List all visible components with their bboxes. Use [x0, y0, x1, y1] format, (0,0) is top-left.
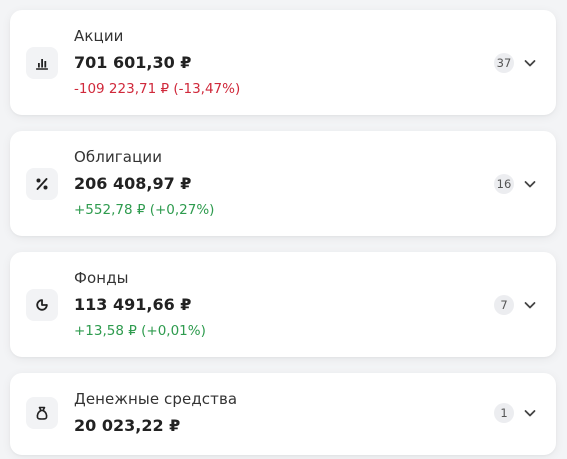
- count-badge: 7: [494, 295, 514, 315]
- asset-amount: 701 601,30 ₽: [74, 53, 192, 72]
- asset-card-stocks[interactable]: Акции 701 601,30 ₽ -109 223,71 ₽ (-13,47…: [10, 10, 556, 115]
- chevron-down-icon[interactable]: [522, 176, 538, 192]
- asset-amount: 206 408,97 ₽: [74, 174, 192, 193]
- count-badge: 37: [494, 53, 514, 73]
- percent-icon: [26, 168, 58, 200]
- count-badge: 1: [494, 403, 514, 423]
- bar-chart-icon: [26, 47, 58, 79]
- asset-change: -109 223,71 ₽ (-13,47%): [74, 81, 241, 97]
- asset-title: Акции: [74, 27, 124, 45]
- chevron-down-icon[interactable]: [522, 297, 538, 313]
- money-bag-icon: [26, 397, 58, 429]
- asset-title: Денежные средства: [74, 390, 238, 408]
- chevron-down-icon[interactable]: [522, 405, 538, 421]
- asset-title: Фонды: [74, 269, 129, 287]
- asset-change: +13,58 ₽ (+0,01%): [74, 323, 206, 339]
- asset-amount: 20 023,22 ₽: [74, 416, 181, 435]
- asset-card-bonds[interactable]: Облигации 206 408,97 ₽ +552,78 ₽ (+0,27%…: [10, 131, 556, 236]
- asset-card-cash[interactable]: Денежные средства 20 023,22 ₽ 1: [10, 373, 556, 455]
- asset-amount: 113 491,66 ₽: [74, 295, 192, 314]
- pie-chart-icon: [26, 289, 58, 321]
- asset-change: +552,78 ₽ (+0,27%): [74, 202, 215, 218]
- asset-title: Облигации: [74, 148, 163, 166]
- chevron-down-icon[interactable]: [522, 55, 538, 71]
- asset-card-funds[interactable]: Фонды 113 491,66 ₽ +13,58 ₽ (+0,01%) 7: [10, 252, 556, 357]
- count-badge: 16: [494, 174, 514, 194]
